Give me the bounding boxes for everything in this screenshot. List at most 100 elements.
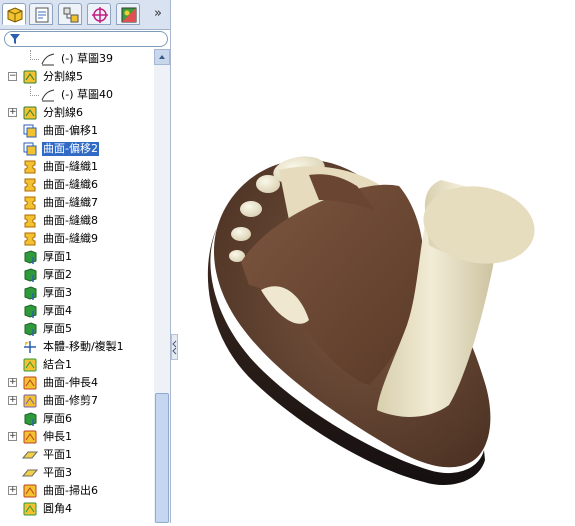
tree-item-label: 曲面-縫織1 xyxy=(43,160,98,173)
collapse-arrow-icon xyxy=(172,340,177,355)
tree-row[interactable]: − 分割線5 xyxy=(0,68,154,86)
graphics-viewport[interactable] xyxy=(179,0,575,523)
tree-row[interactable]: 厚面4 xyxy=(0,302,154,320)
tree-item-label: 曲面-偏移1 xyxy=(43,124,98,137)
property-manager-tab[interactable] xyxy=(29,3,53,25)
tree-row[interactable]: (-) 草圖39 xyxy=(0,50,154,68)
thicken-icon xyxy=(24,268,37,282)
tree-item-label: 厚面1 xyxy=(43,250,72,263)
tree-row[interactable]: + 曲面-修剪7 xyxy=(0,392,154,410)
tree-row[interactable]: 曲面-縫織8 xyxy=(0,212,154,230)
thicken-icon xyxy=(24,304,37,318)
tree-item-label: 曲面-伸長4 xyxy=(43,376,98,389)
tree-item-label: 曲面-修剪7 xyxy=(43,394,98,407)
expand-icon[interactable]: + xyxy=(8,432,17,441)
trim-surface-icon xyxy=(23,394,37,408)
tree-row[interactable]: 曲面-偏移1 xyxy=(0,122,154,140)
tree-row[interactable]: 厚面3 xyxy=(0,284,154,302)
plane-icon xyxy=(22,451,38,459)
tree-row[interactable]: 曲面-縫織6 xyxy=(0,176,154,194)
scroll-up-button[interactable] xyxy=(154,49,170,65)
tree-scrollbar[interactable] xyxy=(154,49,170,523)
sandal-model xyxy=(207,156,535,486)
tree-item-label: 本體-移動/複製1 xyxy=(43,340,124,353)
tree-item-label: 曲面-縫織7 xyxy=(43,196,98,209)
feature-manager-tab[interactable] xyxy=(2,3,26,25)
knit-surface-icon xyxy=(24,178,36,192)
tree-row[interactable]: 本體-移動/複製1 xyxy=(0,338,154,356)
knit-surface-icon xyxy=(24,196,36,210)
tree-item-label: 厚面4 xyxy=(43,304,72,317)
thicken-icon xyxy=(24,286,37,300)
tree-row[interactable]: + 伸長1 xyxy=(0,428,154,446)
tree-row[interactable]: (-) 草圖40 xyxy=(0,86,154,104)
extrude-surface-icon xyxy=(23,376,37,390)
knit-surface-icon xyxy=(24,160,36,174)
tree-row[interactable]: 圓角4 xyxy=(0,500,154,518)
expand-icon[interactable]: + xyxy=(8,108,17,117)
expand-icon[interactable]: + xyxy=(8,378,17,387)
sketch-icon xyxy=(41,89,55,102)
dimxpert-manager-tab[interactable] xyxy=(87,3,111,25)
tree-row[interactable]: 曲面-縫織7 xyxy=(0,194,154,212)
panel-splitter-handle[interactable] xyxy=(171,334,178,360)
tree-item-label: 厚面2 xyxy=(43,268,72,281)
thicken-icon xyxy=(24,322,37,336)
filter-funnel-icon xyxy=(10,34,20,44)
tree-row[interactable]: + 分割線6 xyxy=(0,104,154,122)
tree-connector xyxy=(30,59,39,60)
collapse-icon[interactable]: − xyxy=(8,72,17,81)
tree-row[interactable]: 曲面-縫織9 xyxy=(0,230,154,248)
knit-surface-icon xyxy=(24,232,36,246)
tree-row[interactable]: 曲面-縫織1 xyxy=(0,158,154,176)
tree-item-label: (-) 草圖39 xyxy=(61,52,114,65)
tree-row[interactable]: + 曲面-掃出6 xyxy=(0,482,154,500)
tree-item-label: 曲面-掃出6 xyxy=(43,484,98,497)
dimxpert-icon xyxy=(92,7,108,23)
thicken-icon xyxy=(24,412,37,426)
tree-row[interactable]: 厚面2 xyxy=(0,266,154,284)
arrow-up-icon xyxy=(159,55,165,59)
expand-icon[interactable]: + xyxy=(8,396,17,405)
configuration-manager-tab[interactable] xyxy=(58,3,82,25)
combine-icon xyxy=(23,358,37,372)
tree-item-label: (-) 草圖40 xyxy=(61,88,114,101)
tree-item-label: 平面1 xyxy=(43,448,72,461)
tree-row[interactable]: + 曲面-伸長4 xyxy=(0,374,154,392)
tree-item-label: 曲面-縫織8 xyxy=(43,214,98,227)
feature-tree: (-) 草圖39 − 分割線5 (-) 草圖40 + 分割線6 曲面-偏移1 曲面-偏移2 曲面… xyxy=(0,49,154,523)
tree-row[interactable]: 厚面6 xyxy=(0,410,154,428)
tree-item-label: 曲面-偏移2 xyxy=(42,142,99,156)
expand-icon[interactable]: + xyxy=(8,486,17,495)
offset-surface-icon xyxy=(23,142,37,156)
thicken-icon xyxy=(24,250,37,264)
tree-connector xyxy=(30,86,31,96)
scroll-thumb[interactable] xyxy=(155,393,169,523)
tree-item-label: 圓角4 xyxy=(43,502,72,515)
tree-item-label: 厚面5 xyxy=(43,322,72,335)
tree-item-label: 結合1 xyxy=(43,358,72,371)
tree-row[interactable]: 厚面5 xyxy=(0,320,154,338)
tree-row[interactable]: 厚面1 xyxy=(0,248,154,266)
display-manager-tab[interactable] xyxy=(116,3,140,25)
tree-connector xyxy=(30,50,31,60)
tree-row[interactable]: 平面3 xyxy=(0,464,154,482)
feature-manager-panel: » (-) 草圖39 − 分割線5 (-) 草圖40 + 分割線6 曲面-偏移1 曲面-偏移2… xyxy=(0,0,171,523)
extrude-icon xyxy=(23,430,37,444)
split-line-icon xyxy=(23,70,37,84)
tree-row[interactable]: 平面1 xyxy=(0,446,154,464)
move-body-icon xyxy=(24,341,36,353)
tree-item-label: 分割線5 xyxy=(43,70,83,83)
feature-manager-icon xyxy=(7,7,23,23)
tree-row[interactable]: 結合1 xyxy=(0,356,154,374)
tree-row[interactable]: 曲面-偏移2 xyxy=(0,140,154,158)
tree-item-label: 伸長1 xyxy=(43,430,72,443)
split-line-icon xyxy=(23,106,37,120)
panel-tab-bar: » xyxy=(0,0,170,30)
filter-input[interactable] xyxy=(4,31,168,47)
tab-overflow-chevron-icon[interactable]: » xyxy=(150,6,166,22)
tree-item-label: 曲面-縫織9 xyxy=(43,232,98,245)
configuration-manager-icon xyxy=(63,7,79,23)
tree-item-label: 厚面3 xyxy=(43,286,72,299)
sweep-surface-icon xyxy=(23,484,37,498)
